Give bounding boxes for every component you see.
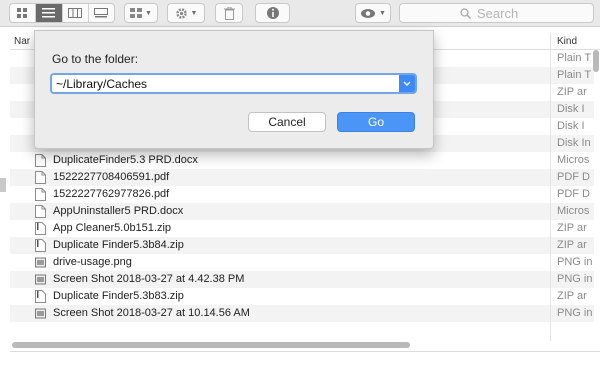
file-name: 1522227708406591.pdf: [53, 171, 170, 183]
image-icon: [35, 273, 46, 286]
file-kind: Micros: [557, 205, 590, 217]
search-icon: [460, 7, 471, 19]
file-row[interactable]: Screen Shot 2018-03-27 at 4.42.38 PM PNG …: [10, 271, 594, 288]
file-kind: PDF D: [557, 188, 590, 200]
horizontal-scrollbar[interactable]: [12, 342, 410, 348]
kind-column-header[interactable]: Kind: [557, 36, 577, 47]
file-name: App Cleaner5.0b151.zip: [53, 222, 172, 234]
eye-icon: [361, 8, 376, 18]
file-row[interactable]: Duplicate Finder5.3b84.zip ZIP ar: [10, 237, 594, 254]
file-kind: ZIP ar: [557, 86, 587, 98]
action-button[interactable]: ▼: [167, 3, 205, 23]
status-divider: [10, 351, 600, 352]
grid-icon: [17, 7, 28, 18]
column-view-button[interactable]: [63, 4, 89, 22]
zip-icon: [35, 239, 46, 252]
file-row[interactable]: 1522227762977826.pdf PDF D: [10, 186, 594, 203]
info-icon: [266, 7, 279, 19]
chevron-down-icon: ▼: [145, 9, 152, 17]
cancel-button[interactable]: Cancel: [248, 112, 326, 132]
cover-flow-view-button[interactable]: [89, 4, 114, 22]
document-icon: [35, 205, 46, 218]
kind-column-divider: [550, 49, 551, 341]
arrange-button[interactable]: ▼: [124, 3, 158, 23]
file-row[interactable]: 1522227708406591.pdf PDF D: [10, 169, 594, 186]
file-name: AppUninstaller5 PRD.docx: [53, 205, 184, 217]
file-kind: ZIP ar: [557, 222, 587, 234]
search-field[interactable]: Search: [399, 3, 594, 23]
zip-icon: [35, 290, 46, 303]
file-kind: ZIP ar: [557, 290, 587, 302]
gear-icon: [175, 7, 187, 19]
list-icon: [42, 8, 56, 18]
zip-icon: [35, 222, 46, 235]
trash-icon: [223, 6, 235, 20]
folder-path-field[interactable]: [50, 73, 417, 94]
document-icon: [35, 154, 46, 167]
delete-button[interactable]: [215, 3, 243, 23]
columns-icon: [68, 8, 83, 18]
finder-toolbar: ▼ ▼ ▼ Search: [0, 0, 600, 27]
view-mode-switcher: [9, 3, 115, 23]
file-kind: Plain T: [557, 69, 592, 81]
chevron-down-icon: [403, 81, 411, 86]
file-row[interactable]: Duplicate Finder5.3b83.zip ZIP ar: [10, 288, 594, 305]
file-kind: Micros: [557, 154, 590, 166]
file-kind: PNG in: [557, 256, 593, 268]
arrange-grid-icon: [130, 7, 143, 18]
chevron-down-icon: ▼: [190, 9, 198, 17]
image-icon: [35, 256, 46, 269]
file-kind: PNG in: [557, 307, 593, 319]
path-history-dropdown[interactable]: [399, 75, 415, 92]
quick-look-button[interactable]: ▼: [355, 3, 391, 23]
file-name: Duplicate Finder5.3b83.zip: [53, 290, 184, 302]
file-row[interactable]: drive-usage.png PNG in: [10, 254, 594, 271]
vertical-scrollbar[interactable]: [593, 50, 599, 72]
cover-flow-icon: [94, 8, 109, 18]
document-icon: [35, 171, 46, 184]
file-name: Screen Shot 2018-03-27 at 4.42.38 PM: [53, 273, 245, 285]
chevron-down-icon: ▼: [379, 9, 386, 17]
file-name: Screen Shot 2018-03-27 at 10.14.56 AM: [53, 307, 250, 319]
sidebar-edge: [0, 178, 6, 192]
get-info-button[interactable]: [255, 3, 290, 23]
file-row[interactable]: Screen Shot 2018-03-27 at 10.14.56 AM PNG…: [10, 305, 594, 322]
file-row[interactable]: DuplicateFinder5.3 PRD.docx Micros: [10, 152, 594, 169]
file-kind: PDF D: [557, 171, 590, 183]
file-name: drive-usage.png: [53, 256, 132, 268]
column-separator[interactable]: [550, 33, 551, 49]
file-kind: Plain T: [557, 52, 592, 64]
image-icon: [35, 307, 46, 320]
list-view-button[interactable]: [36, 4, 63, 22]
file-name: DuplicateFinder5.3 PRD.docx: [53, 154, 198, 166]
go-to-folder-dialog: Go to the folder: Cancel Go: [34, 30, 434, 149]
document-icon: [35, 188, 46, 201]
search-placeholder: Search: [477, 5, 519, 21]
dialog-label: Go to the folder:: [52, 52, 139, 66]
file-kind: Disk I: [557, 103, 585, 115]
icon-view-button[interactable]: [10, 4, 37, 22]
file-name: Duplicate Finder5.3b84.zip: [53, 239, 184, 251]
file-kind: ZIP ar: [557, 239, 587, 251]
file-name: 1522227762977826.pdf: [53, 188, 170, 200]
file-row[interactable]: AppUninstaller5 PRD.docx Micros: [10, 203, 594, 220]
go-button[interactable]: Go: [337, 112, 415, 132]
file-row[interactable]: App Cleaner5.0b151.zip ZIP ar: [10, 220, 594, 237]
file-kind: PNG in: [557, 273, 593, 285]
name-column-header[interactable]: Nar: [14, 36, 30, 47]
folder-path-input[interactable]: [52, 75, 388, 92]
file-kind: Disk In: [557, 137, 591, 149]
file-kind: Disk I: [557, 120, 585, 132]
